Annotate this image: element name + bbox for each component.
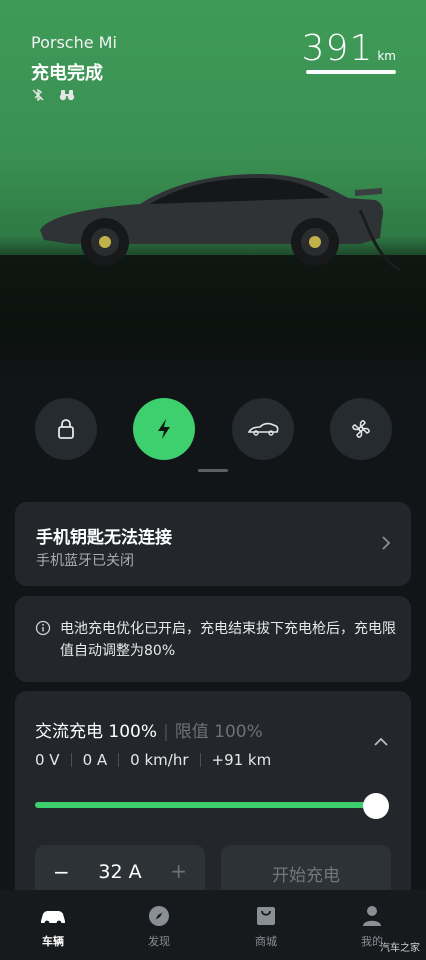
current-setting-value: 32 A [98, 861, 142, 883]
charge-status: 充电完成 [31, 63, 103, 84]
speed-value: 0 km/hr [130, 751, 189, 769]
range-value: 391 [301, 28, 374, 69]
car-trunk-icon [247, 422, 279, 436]
tab-vehicle[interactable]: 车辆 [23, 904, 83, 949]
charge-limit-label: 限值 100% [174, 722, 263, 742]
tab-label: 商城 [255, 935, 277, 948]
phone-key-subtitle: 手机蓝牙已关闭 [36, 553, 134, 569]
bottom-tab-bar: 车辆 发现 商城 我的 汽车之家 [0, 890, 426, 960]
lock-button[interactable] [35, 398, 97, 460]
chevron-right-icon [382, 536, 391, 550]
tab-label: 车辆 [42, 935, 64, 948]
added-range-value: +91 km [211, 751, 272, 769]
fan-icon [352, 420, 370, 438]
charging-card: 交流充电 100% | 限值 100% 0 V 0 A 0 km/hr +91 km… [15, 691, 411, 911]
shopping-bag-icon [257, 907, 275, 925]
current-value: 0 A [82, 751, 108, 769]
person-icon [363, 906, 381, 926]
charge-mode-row: 交流充电 100% | 限值 100% [35, 722, 263, 742]
bluetooth-off-icon [31, 87, 47, 102]
tab-shop[interactable]: 商城 [236, 904, 296, 949]
lock-icon [58, 419, 74, 439]
status-icons [31, 87, 75, 102]
chevron-up-icon[interactable] [373, 737, 389, 747]
quick-actions [0, 398, 426, 460]
slider-handle[interactable] [363, 793, 389, 819]
watermark: 汽车之家 [380, 943, 420, 954]
increase-current-button[interactable]: + [170, 859, 187, 883]
info-icon [35, 620, 51, 636]
page-indicator [198, 469, 228, 472]
range-display: 391 km [302, 28, 396, 69]
hero-section: Porsche Mi 充电完成 391 km [0, 0, 426, 380]
notice-text: 电池充电优化已开启，充电结束拔下充电枪后，充电限值自动调整为80% [60, 621, 396, 659]
trunk-button[interactable] [232, 398, 294, 460]
voltage-value: 0 V [35, 751, 60, 769]
tab-label: 发现 [148, 935, 170, 948]
compass-icon [149, 906, 169, 926]
charging-button[interactable] [133, 398, 195, 460]
tab-discover[interactable]: 发现 [129, 904, 189, 949]
battery-notice-card: 电池充电优化已开启，充电结束拔下充电枪后，充电限值自动调整为80% [15, 596, 411, 682]
charge-stats: 0 V 0 A 0 km/hr +91 km [35, 751, 271, 769]
phone-key-card[interactable]: 手机钥匙无法连接 手机蓝牙已关闭 [15, 502, 411, 586]
car-name: Porsche Mi [31, 33, 117, 52]
climate-button[interactable] [330, 398, 392, 460]
range-bar [306, 70, 396, 74]
charge-mode-label: 交流充电 100% [35, 722, 158, 742]
lightning-icon [158, 419, 170, 439]
range-unit: km [377, 49, 396, 63]
phone-key-title: 手机钥匙无法连接 [36, 528, 172, 548]
charge-limit-slider[interactable] [35, 802, 375, 808]
car-icon [41, 911, 65, 926]
car-image [40, 174, 401, 272]
decrease-current-button[interactable]: − [53, 860, 70, 884]
binoculars-icon [59, 87, 75, 101]
